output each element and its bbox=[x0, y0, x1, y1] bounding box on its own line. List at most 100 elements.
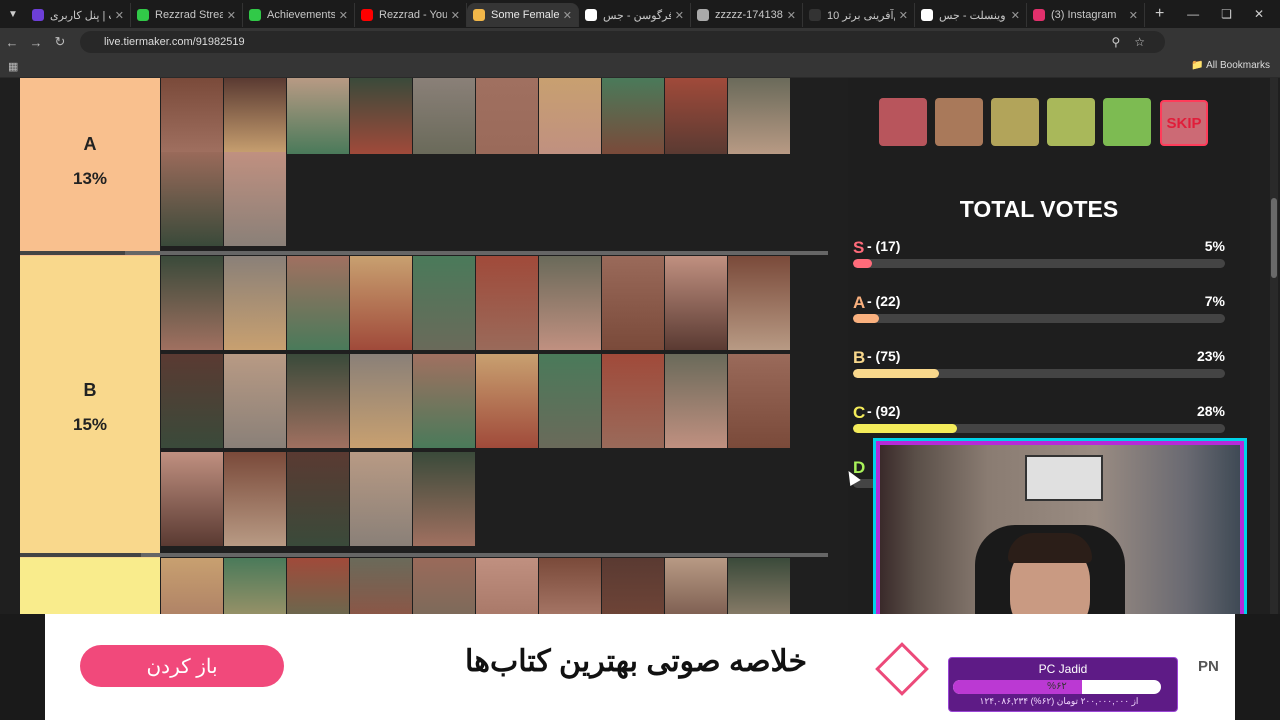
donation-goal-widget: PC Jadid %۶۲ ۱۲۴,۰۸۶,۲۳۴ از ۲۰۰,۰۰۰,۰۰۰ … bbox=[948, 657, 1178, 712]
celebrity-image[interactable] bbox=[539, 256, 601, 350]
browser-tab[interactable]: 10 نقش‌آفرینی برتر ✕ bbox=[803, 3, 915, 27]
tab-close-icon[interactable]: ✕ bbox=[1129, 9, 1138, 22]
tab-close-icon[interactable]: ✕ bbox=[899, 9, 908, 22]
tab-close-icon[interactable]: ✕ bbox=[451, 9, 460, 22]
tab-favicon-icon bbox=[1033, 9, 1045, 21]
celebrity-image[interactable] bbox=[665, 78, 727, 154]
tab-favicon-icon bbox=[361, 9, 373, 21]
all-bookmarks-button[interactable]: 📁 All Bookmarks bbox=[1191, 60, 1270, 71]
tier-vote-button[interactable] bbox=[935, 98, 983, 146]
celebrity-image[interactable] bbox=[602, 354, 664, 448]
vote-bar-track bbox=[853, 259, 1225, 268]
tier-vote-button[interactable] bbox=[1103, 98, 1151, 146]
bookmark-star-icon[interactable]: ☆ bbox=[1134, 35, 1145, 49]
browser-tab[interactable]: zzzzz-17413883 ✕ bbox=[691, 3, 803, 27]
celebrity-image[interactable] bbox=[224, 354, 286, 448]
celebrity-image[interactable] bbox=[350, 452, 412, 546]
bookmarks-bar: ▦ 📁 All Bookmarks bbox=[0, 56, 1280, 78]
all-bookmarks-label: All Bookmarks bbox=[1206, 60, 1270, 71]
vote-percent: 28% bbox=[1196, 403, 1225, 419]
tab-close-icon[interactable]: ✕ bbox=[787, 9, 796, 22]
vote-result-row: C - (92) 28% bbox=[853, 403, 1225, 433]
tab-close-icon[interactable]: ✕ bbox=[339, 9, 348, 22]
tab-favicon-icon bbox=[32, 9, 44, 21]
celebrity-image[interactable] bbox=[161, 256, 223, 350]
celebrity-image[interactable] bbox=[224, 152, 286, 246]
skip-button[interactable]: SKIP bbox=[1160, 100, 1208, 146]
celebrity-image[interactable] bbox=[287, 78, 349, 154]
ad-side-left bbox=[0, 614, 45, 720]
vote-bar-fill bbox=[853, 314, 880, 323]
celebrity-image[interactable] bbox=[728, 354, 790, 448]
browser-tab[interactable]: Rezzrad Stream - ✕ bbox=[131, 3, 243, 27]
forward-icon[interactable]: → bbox=[24, 35, 48, 50]
overlay-pn-label: PN bbox=[1198, 658, 1219, 675]
apps-icon[interactable]: ▦ bbox=[8, 60, 18, 73]
browser-tab[interactable]: Achievements - K ✕ bbox=[243, 3, 355, 27]
tier-vote-button[interactable] bbox=[991, 98, 1039, 146]
tier-vote-button[interactable] bbox=[879, 98, 927, 146]
url-field[interactable]: live.tiermaker.com/91982519 ⚲ ☆ bbox=[80, 31, 1165, 53]
browser-tab[interactable]: ریکا فرگوسن - جس ✕ bbox=[579, 3, 691, 27]
celebrity-image[interactable] bbox=[224, 452, 286, 546]
celebrity-image[interactable] bbox=[161, 152, 223, 246]
celebrity-image[interactable] bbox=[224, 78, 286, 154]
reload-icon[interactable]: ↻ bbox=[48, 34, 72, 50]
tab-close-icon[interactable]: ✕ bbox=[115, 9, 124, 22]
celebrity-image[interactable] bbox=[728, 78, 790, 154]
tab-close-icon[interactable]: ✕ bbox=[1011, 9, 1020, 22]
celebrity-image[interactable] bbox=[665, 354, 727, 448]
celebrity-image[interactable] bbox=[350, 354, 412, 448]
celebrity-image[interactable] bbox=[287, 256, 349, 350]
tier-scrollbar-thumb[interactable] bbox=[141, 553, 828, 557]
wall-picture bbox=[1025, 455, 1103, 501]
vote-bar-fill bbox=[853, 259, 872, 268]
celebrity-image[interactable] bbox=[413, 78, 475, 154]
celebrity-image[interactable] bbox=[539, 354, 601, 448]
celebrity-image[interactable] bbox=[161, 78, 223, 154]
celebrity-image[interactable] bbox=[539, 78, 601, 154]
celebrity-image[interactable] bbox=[224, 256, 286, 350]
tab-close-icon[interactable]: ✕ bbox=[675, 9, 684, 22]
donation-progress-bar: %۶۲ bbox=[953, 680, 1161, 694]
minimize-icon[interactable]: — bbox=[1187, 7, 1199, 21]
tier-vote-button[interactable] bbox=[1047, 98, 1095, 146]
celebrity-image[interactable] bbox=[665, 256, 727, 350]
celebrity-image[interactable] bbox=[476, 78, 538, 154]
new-tab-icon[interactable]: + bbox=[1155, 5, 1164, 23]
tab-close-icon[interactable]: ✕ bbox=[227, 9, 236, 22]
tab-close-icon[interactable]: ✕ bbox=[563, 9, 572, 22]
celebrity-image[interactable] bbox=[413, 452, 475, 546]
close-window-icon[interactable]: ✕ bbox=[1254, 7, 1264, 21]
tier-scrollbar-thumb[interactable] bbox=[125, 251, 828, 255]
celebrity-image[interactable] bbox=[602, 256, 664, 350]
ad-open-button[interactable]: باز کردن bbox=[80, 645, 284, 687]
celebrity-image[interactable] bbox=[161, 452, 223, 546]
celebrity-image[interactable] bbox=[476, 354, 538, 448]
tab-search-icon[interactable]: ▼ bbox=[0, 0, 26, 28]
restore-icon[interactable]: ❏ bbox=[1221, 7, 1232, 21]
tab-favicon-icon bbox=[697, 9, 709, 21]
celebrity-image[interactable] bbox=[602, 78, 664, 154]
browser-tab[interactable]: Rezzrad - YouTub ✕ bbox=[355, 3, 467, 27]
total-votes-title: TOTAL VOTES bbox=[959, 196, 1119, 222]
celebrity-image[interactable] bbox=[161, 354, 223, 448]
donation-percent: %۶۲ bbox=[1047, 681, 1067, 692]
celebrity-image[interactable] bbox=[413, 256, 475, 350]
celebrity-image[interactable] bbox=[728, 256, 790, 350]
celebrity-image[interactable] bbox=[413, 354, 475, 448]
browser-tab[interactable]: کیت وینسلت - جس ✕ bbox=[915, 3, 1027, 27]
browser-tab[interactable]: Some Female Cel ✕ bbox=[467, 3, 579, 27]
celebrity-image[interactable] bbox=[350, 256, 412, 350]
scrollbar-thumb[interactable] bbox=[1271, 198, 1277, 278]
donation-title: PC Jadid bbox=[1038, 662, 1088, 676]
celebrity-image[interactable] bbox=[287, 354, 349, 448]
zoom-icon[interactable]: ⚲ bbox=[1111, 35, 1120, 49]
browser-tab[interactable]: (3) Instagram ✕ bbox=[1027, 3, 1145, 27]
tier-label: A 13% bbox=[20, 78, 160, 256]
browser-tab[interactable]: ریمیت | پنل کاربری ✕ bbox=[26, 3, 131, 27]
back-icon[interactable]: ← bbox=[0, 35, 24, 50]
celebrity-image[interactable] bbox=[350, 78, 412, 154]
celebrity-image[interactable] bbox=[476, 256, 538, 350]
celebrity-image[interactable] bbox=[287, 452, 349, 546]
